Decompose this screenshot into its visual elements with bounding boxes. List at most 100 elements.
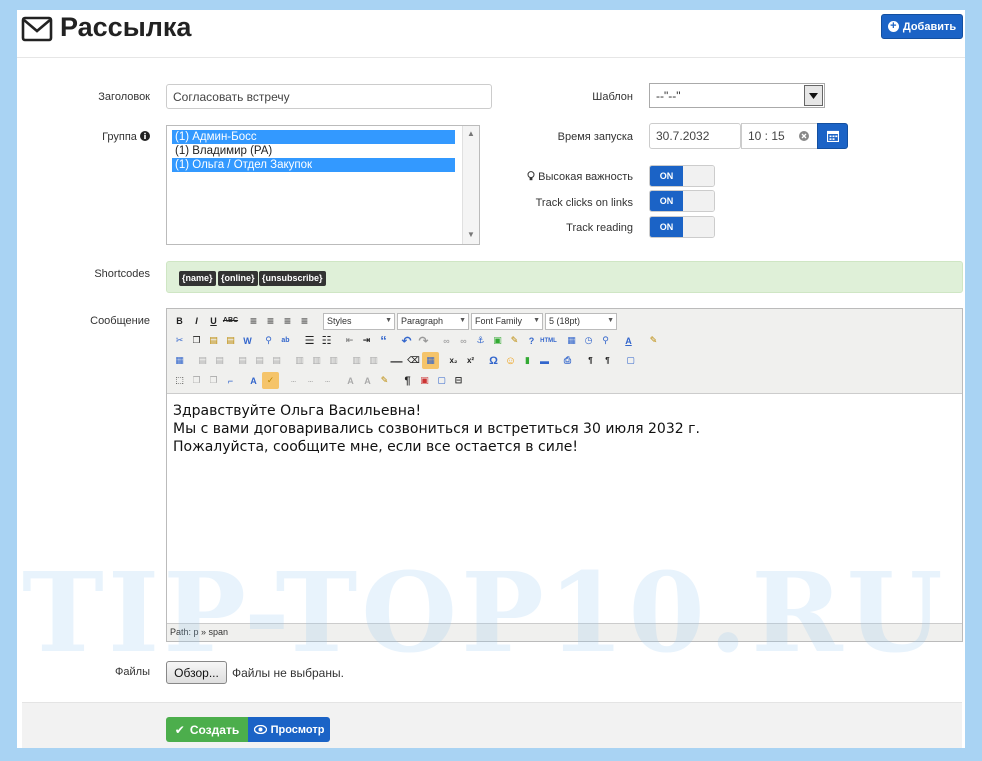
browse-button[interactable]: Обзор...	[166, 661, 227, 684]
html-source-icon[interactable]: HTML	[540, 332, 557, 349]
group-option[interactable]: (1) Админ-Босс	[172, 130, 455, 144]
undo-icon[interactable]: ↶	[398, 332, 415, 349]
special-char-icon[interactable]: Ω	[485, 352, 502, 369]
scroll-up-icon[interactable]: ▲	[467, 129, 475, 138]
bullet-list-icon[interactable]: ☰	[301, 332, 318, 349]
horizontal-rule-icon[interactable]: —	[388, 352, 405, 369]
link-icon[interactable]: ∞	[438, 332, 455, 349]
acronym-icon[interactable]: ...	[319, 372, 336, 389]
underline-icon[interactable]: U	[205, 312, 222, 329]
blockquote-icon[interactable]: “	[375, 332, 392, 349]
high-importance-toggle[interactable]: ON	[649, 165, 715, 187]
visual-aid-icon[interactable]: ▦	[422, 352, 439, 369]
indent-icon[interactable]: ⇥	[358, 332, 375, 349]
anchor-icon[interactable]: ⚓	[472, 332, 489, 349]
help-icon[interactable]: ?	[523, 332, 540, 349]
spellcheck-icon[interactable]: ✓	[262, 372, 279, 389]
cut-icon[interactable]: ✂	[171, 332, 188, 349]
pagebreak-icon[interactable]: ⊟	[450, 372, 467, 389]
move-backward-icon[interactable]: ❐	[205, 372, 222, 389]
scroll-down-icon[interactable]: ▼	[467, 230, 475, 239]
preview-button[interactable]: Просмотр	[248, 717, 330, 742]
align-justify-icon[interactable]: ≡	[296, 312, 313, 329]
nonbreaking-icon[interactable]: ▣	[416, 372, 433, 389]
subject-input[interactable]: Согласовать встречу	[166, 84, 492, 109]
launch-time-input[interactable]: 10 : 15	[741, 123, 818, 149]
rtl-icon[interactable]: ¶	[599, 352, 616, 369]
media-icon[interactable]: ▮	[519, 352, 536, 369]
advhr-icon[interactable]: ▬	[536, 352, 553, 369]
styles-select[interactable]: Styles ▼	[323, 313, 395, 330]
cell-props-icon[interactable]: ▤	[211, 352, 228, 369]
attribs-icon[interactable]: ✎	[376, 372, 393, 389]
superscript-icon[interactable]: x²	[462, 352, 479, 369]
shortcode-tag[interactable]: {online}	[218, 271, 258, 286]
subscript-icon[interactable]: x₂	[445, 352, 462, 369]
insert-layer-icon[interactable]: ⬚	[171, 372, 188, 389]
align-left-icon[interactable]: ≡	[245, 312, 262, 329]
paste-word-icon[interactable]: W	[239, 332, 256, 349]
align-right-icon[interactable]: ≡	[279, 312, 296, 329]
fullscreen-icon[interactable]: ▢	[622, 352, 639, 369]
strikethrough-icon[interactable]: ABC	[222, 312, 239, 329]
row-after-icon[interactable]: ▤	[251, 352, 268, 369]
find-icon[interactable]: ⚲	[260, 332, 277, 349]
align-center-icon[interactable]: ≡	[262, 312, 279, 329]
numbered-list-icon[interactable]: ☷	[318, 332, 335, 349]
font-family-select[interactable]: Font Family ▼	[471, 313, 543, 330]
template-icon[interactable]: ▢	[433, 372, 450, 389]
launch-date-input[interactable]: 30.7.2032	[649, 123, 741, 149]
insert-time-icon[interactable]: ◷	[580, 332, 597, 349]
group-listbox[interactable]: (1) Админ-Босс (1) Владимир (PA) (1) Оль…	[166, 125, 480, 245]
ltr-icon[interactable]: ¶	[582, 352, 599, 369]
redo-icon[interactable]: ↷	[415, 332, 432, 349]
copy-icon[interactable]: ❐	[188, 332, 205, 349]
chevron-down-icon[interactable]	[804, 85, 823, 106]
template-select[interactable]: --"--"	[649, 83, 825, 108]
replace-icon[interactable]: ab	[277, 332, 294, 349]
cleanup-icon[interactable]: ✎	[506, 332, 523, 349]
paste-text-icon[interactable]: ▤	[222, 332, 239, 349]
editor-content[interactable]: Здравствуйте Ольга Васильевна! Мы с вами…	[167, 393, 962, 624]
col-before-icon[interactable]: ▥	[291, 352, 308, 369]
calendar-button[interactable]	[817, 123, 848, 149]
row-before-icon[interactable]: ▤	[234, 352, 251, 369]
insert-date-icon[interactable]: ▦	[563, 332, 580, 349]
italic-icon[interactable]: I	[188, 312, 205, 329]
cite-icon[interactable]: ...	[285, 372, 302, 389]
unlink-icon[interactable]: ∞	[455, 332, 472, 349]
image-icon[interactable]: ▣	[489, 332, 506, 349]
split-cells-icon[interactable]: ▥	[348, 352, 365, 369]
text-color-icon[interactable]: A	[620, 332, 637, 349]
delete-row-icon[interactable]: ▤	[268, 352, 285, 369]
shortcode-tag[interactable]: {name}	[179, 271, 216, 286]
add-button[interactable]: + Добавить	[881, 14, 963, 39]
remove-format-icon[interactable]: ⌫	[405, 352, 422, 369]
move-forward-icon[interactable]: ❐	[188, 372, 205, 389]
print-icon[interactable]: ⎙	[559, 352, 576, 369]
group-option[interactable]: (1) Ольга / Отдел Закупок	[172, 158, 455, 172]
abbr-icon[interactable]: ...	[302, 372, 319, 389]
clear-icon[interactable]	[799, 131, 809, 141]
font-size-select[interactable]: 5 (18pt) ▼	[545, 313, 617, 330]
ins-icon[interactable]: A	[359, 372, 376, 389]
merge-cells-icon[interactable]: ▥	[365, 352, 382, 369]
delete-col-icon[interactable]: ▥	[325, 352, 342, 369]
col-after-icon[interactable]: ▥	[308, 352, 325, 369]
outdent-icon[interactable]: ⇤	[341, 332, 358, 349]
row-props-icon[interactable]: ▤	[194, 352, 211, 369]
background-color-icon[interactable]: ✎	[645, 332, 662, 349]
visual-chars-icon[interactable]: ¶	[399, 372, 416, 389]
create-button[interactable]: ✔ Создать	[166, 717, 248, 742]
listbox-scrollbar[interactable]: ▲ ▼	[462, 126, 479, 244]
bold-icon[interactable]: B	[171, 312, 188, 329]
table-icon[interactable]: ▦	[171, 352, 188, 369]
del-icon[interactable]: A	[342, 372, 359, 389]
paste-icon[interactable]: ▤	[205, 332, 222, 349]
paragraph-select[interactable]: Paragraph ▼	[397, 313, 469, 330]
info-icon[interactable]	[140, 131, 150, 141]
emoticons-icon[interactable]: ☺	[502, 352, 519, 369]
track-reading-toggle[interactable]: ON	[649, 216, 715, 238]
absolute-icon[interactable]: ⌐	[222, 372, 239, 389]
preview-icon[interactable]: ⚲	[597, 332, 614, 349]
